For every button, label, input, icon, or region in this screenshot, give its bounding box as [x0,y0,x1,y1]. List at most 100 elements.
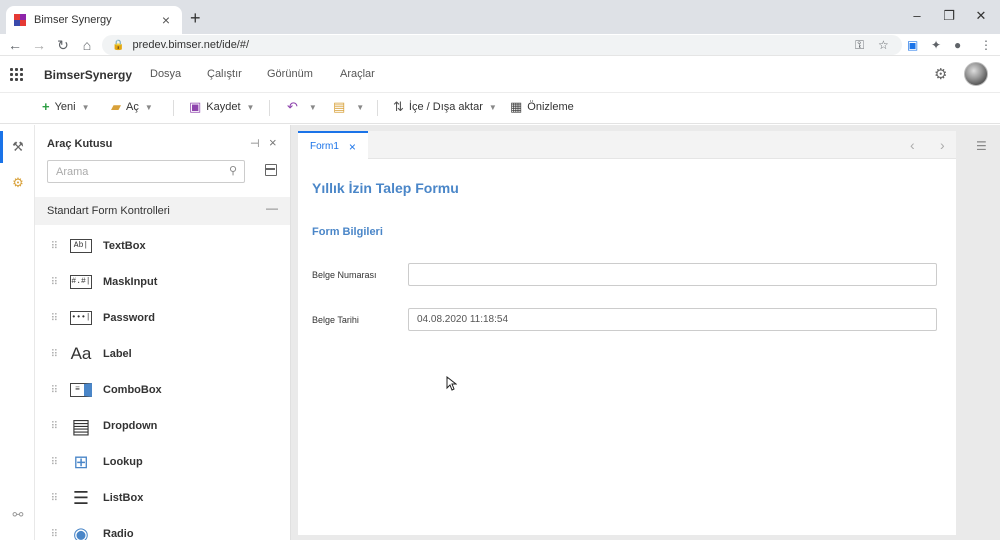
drag-handle-icon[interactable]: ⠿ [35,313,69,324]
document-tab-bar: Form1 × ‹ › [298,131,956,160]
control-item-combobox[interactable]: ⠿ ≡ ComboBox [35,372,290,408]
profile-icon[interactable]: ● [954,36,961,54]
control-group-title: Standart Form Kontrolleri [47,205,170,217]
menu-dosya[interactable]: Dosya [150,68,181,80]
combobox-icon: ≡ [69,381,93,399]
drag-handle-icon[interactable]: ⠿ [35,529,69,540]
control-group-header[interactable]: Standart Form Kontrolleri — [35,197,290,225]
menu-gorunum[interactable]: Görünüm [267,68,313,80]
toolbar-divider [173,100,174,116]
save-button[interactable]: ▣ Kaydet ▼ [189,100,254,114]
components-rail-icon[interactable]: ⚙ [9,175,27,193]
control-item-radio[interactable]: ⠿ ◉ Radio [35,516,290,540]
bimser-favicon-icon [14,14,26,26]
restore-button[interactable]: ❐ [934,6,964,26]
drag-handle-icon[interactable]: ⠿ [35,277,69,288]
drag-handle-icon[interactable]: ⠿ [35,385,69,396]
browser-tab[interactable]: Bimser Synergy × [6,6,182,34]
chevron-left-icon[interactable]: ‹ [910,137,915,153]
control-item-textbox[interactable]: ⠿ Ab| TextBox [35,228,290,264]
mouse-cursor-icon [446,376,457,391]
import-export-label: İçe / Dışa aktar [408,101,483,113]
menu-calistir[interactable]: Çalıştır [207,68,242,80]
chevron-down-icon: ▼ [81,102,90,112]
belge-tarihi-label[interactable]: Belge Tarihi [312,315,359,325]
more-menu-icon[interactable]: ⋮ [980,36,992,54]
extensions-icon[interactable]: ✦ [931,36,941,54]
translate-icon[interactable]: ▣ [907,36,918,54]
drag-handle-icon[interactable]: ⠿ [35,421,69,432]
close-window-button[interactable]: ✕ [966,6,996,26]
toolbox-search-input[interactable] [48,161,218,182]
browser-address-bar: ← → ↻ ⌂ 🔒 predev.bimser.net/ide/#/ ⚿ ☆ ▣… [0,34,1000,56]
minimize-button[interactable]: – [902,6,932,26]
preview-button[interactable]: ▦ Önizleme [510,100,574,114]
drag-handle-icon[interactable]: ⠿ [35,349,69,360]
key-icon[interactable]: ⚿ [855,36,864,54]
undo-button[interactable]: ↶ ▼ [287,100,317,114]
close-tab-icon[interactable]: × [349,140,356,154]
belge-numarasi-field[interactable] [408,263,937,286]
belge-tarihi-field[interactable]: 04.08.2020 11:18:54 [408,308,937,331]
drag-handle-icon[interactable]: ⠿ [35,457,69,468]
control-item-lookup[interactable]: ⠿ ⊞ Lookup [35,444,290,480]
toolbox-panel: Araç Kutusu ⊣ × ⚲ Standart Form Kontroll… [35,125,291,540]
chevron-right-icon[interactable]: › [940,137,945,153]
reload-icon[interactable]: ↻ [54,36,72,54]
control-item-password[interactable]: ⠿ •••| Password [35,300,290,336]
chevron-down-icon: ▼ [308,102,317,112]
plus-icon: + [42,99,50,114]
control-label: Password [103,312,155,324]
tab-form1[interactable]: Form1 × [298,131,368,160]
dropdown-icon: ▤ [71,415,91,438]
paste-button[interactable]: ▤ ▼ [333,100,364,114]
control-label: ListBox [103,492,144,504]
control-item-maskinput[interactable]: ⠿ #.#| MaskInput [35,264,290,300]
left-activity-rail: ⚒ ⚙ ⚯ [0,125,35,540]
form-title[interactable]: Yıllık İzin Talep Formu [312,180,459,196]
drag-handle-icon[interactable]: ⠿ [35,493,69,504]
bookmark-star-icon[interactable]: ☆ [878,36,889,54]
belge-numarasi-label[interactable]: Belge Numarası [312,270,377,280]
chevron-down-icon: ▼ [356,102,365,112]
close-icon[interactable]: × [269,135,277,150]
open-button[interactable]: ▰ Aç ▼ [111,100,153,114]
chevron-down-icon: ▼ [144,102,153,112]
control-item-listbox[interactable]: ⠿ ☰ ListBox [35,480,290,516]
control-item-dropdown[interactable]: ⠿ ▤ Dropdown [35,408,290,444]
url-input[interactable]: 🔒 predev.bimser.net/ide/#/ [102,35,902,55]
collapse-icon[interactable]: — [266,201,278,215]
new-tab-button[interactable]: + [190,9,201,27]
layout-view-icon[interactable] [265,164,277,176]
section-title[interactable]: Form Bilgileri [312,226,383,238]
menu-araclar[interactable]: Araçlar [340,68,375,80]
control-label: MaskInput [103,276,158,288]
properties-list-icon[interactable]: ☰ [976,139,987,153]
home-icon[interactable]: ⌂ [78,36,96,54]
browser-tab-title: Bimser Synergy [34,14,112,26]
listbox-icon: ☰ [72,487,90,508]
settings-gear-icon[interactable]: ⚙ [934,65,947,83]
control-item-label[interactable]: ⠿ Aa Label [35,336,290,372]
close-tab-icon[interactable]: × [158,12,174,28]
drag-handle-icon[interactable]: ⠿ [35,241,69,252]
control-label: TextBox [103,240,146,252]
chevron-down-icon: ▼ [488,102,497,112]
chevron-down-icon: ▼ [246,102,255,112]
form-design-surface[interactable]: Yıllık İzin Talep Formu Form Bilgileri B… [298,159,956,535]
maskinput-icon: #.#| [69,273,93,291]
password-icon: •••| [69,309,93,327]
right-side-rail: ☰ [964,125,1000,540]
new-button[interactable]: + Yeni ▼ [42,100,90,114]
user-avatar[interactable] [964,62,988,86]
import-export-icon: ⇅ [393,99,404,114]
import-export-button[interactable]: ⇅ İçe / Dışa aktar ▼ [393,100,497,114]
app-launcher-icon[interactable] [10,68,24,82]
toolbox-rail-icon[interactable]: ⚒ [9,139,27,157]
search-icon[interactable]: ⚲ [229,164,237,177]
forward-icon[interactable]: → [30,36,48,54]
settings-rail-icon[interactable]: ⚯ [9,507,27,525]
back-icon[interactable]: ← [6,36,24,54]
preview-label: Önizleme [527,101,574,113]
pin-icon[interactable]: ⊣ [250,137,260,150]
